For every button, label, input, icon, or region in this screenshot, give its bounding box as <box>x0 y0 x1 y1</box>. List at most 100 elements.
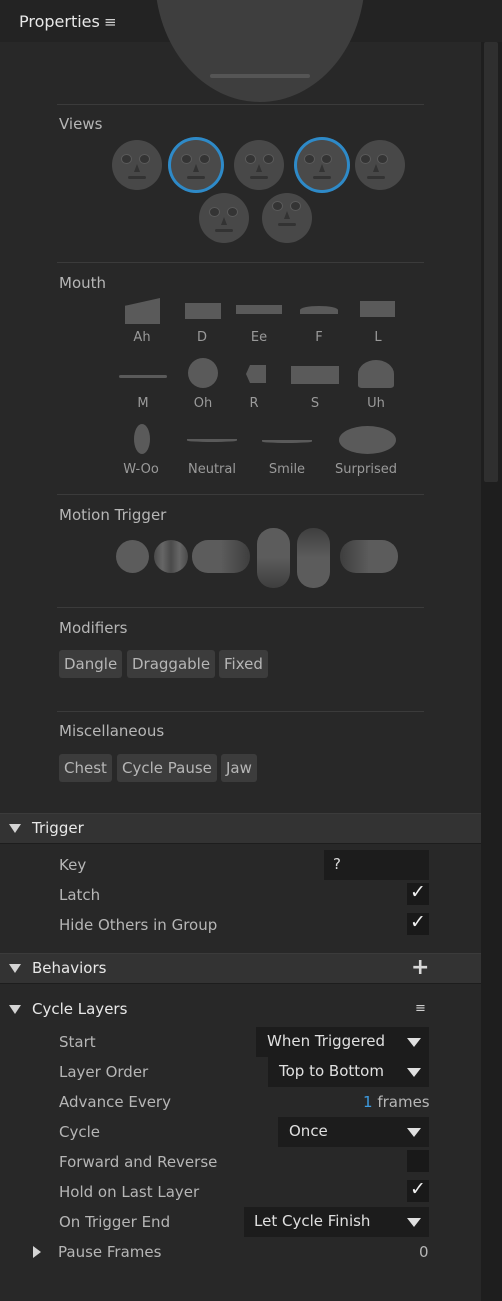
hamburger-icon[interactable]: ≡ <box>415 1001 426 1016</box>
motion-horizontal[interactable] <box>154 540 188 573</box>
hide-others-label: Hide Others in Group <box>59 916 218 934</box>
chevron-down-icon <box>407 1218 421 1227</box>
divider <box>57 262 424 263</box>
scrollbar-thumb[interactable] <box>484 42 498 482</box>
hamburger-icon[interactable]: ≡ <box>104 13 117 31</box>
motion-up[interactable] <box>257 528 290 588</box>
trigger-title: Trigger <box>32 819 84 837</box>
mouth-label: Neutral <box>188 462 236 477</box>
section-motion-trigger: Motion Trigger <box>59 506 167 524</box>
mouth-shape[interactable] <box>187 439 237 442</box>
check-icon: ✓ <box>410 1178 426 1200</box>
hide-others-checkbox[interactable]: ✓ <box>407 911 429 935</box>
cycle-layers-title: Cycle Layers <box>32 1000 128 1018</box>
collapse-triangle-icon[interactable] <box>9 964 21 973</box>
mouth-shape[interactable] <box>339 426 396 454</box>
check-icon: ✓ <box>410 881 426 903</box>
advance-every-label: Advance Every <box>59 1093 171 1111</box>
plus-icon[interactable]: + <box>411 955 429 980</box>
on-trigger-end-label: On Trigger End <box>59 1213 171 1231</box>
mouth-label: W-Oo <box>123 462 159 477</box>
panel-title: Properties <box>19 12 100 31</box>
motion-down[interactable] <box>297 528 330 588</box>
view-face[interactable] <box>234 140 284 190</box>
mouth-label: Smile <box>268 462 306 477</box>
face-preview <box>155 0 365 102</box>
collapse-triangle-icon[interactable] <box>9 824 21 833</box>
chevron-down-icon <box>407 1038 421 1047</box>
view-face-selected[interactable] <box>297 140 347 190</box>
mouth-shape[interactable] <box>185 303 221 319</box>
forward-reverse-checkbox[interactable] <box>407 1150 429 1172</box>
mouth-shape[interactable] <box>291 366 339 384</box>
section-mouth: Mouth <box>59 274 107 292</box>
advance-every-field[interactable]: 1 frames <box>363 1093 430 1111</box>
mouth-shape[interactable] <box>358 360 394 388</box>
view-face[interactable] <box>355 140 405 190</box>
view-face[interactable] <box>112 140 162 190</box>
layer-order-label: Layer Order <box>59 1063 149 1081</box>
key-label: Key <box>59 856 87 874</box>
view-face-selected[interactable] <box>171 140 221 190</box>
tag-fixed[interactable]: Fixed <box>219 650 268 678</box>
pause-frames-label: Pause Frames <box>58 1243 162 1261</box>
start-label: Start <box>59 1033 96 1051</box>
motion-right[interactable] <box>192 540 250 573</box>
mouth-label: L <box>374 330 382 345</box>
mouth-shape[interactable] <box>246 365 266 383</box>
divider <box>57 711 424 712</box>
mouth-shape[interactable] <box>262 440 312 443</box>
mouth-shape[interactable] <box>119 375 167 378</box>
on-trigger-end-value: Let Cycle Finish <box>254 1212 371 1230</box>
start-value: When Triggered <box>267 1032 385 1050</box>
divider <box>57 494 424 495</box>
layer-order-value: Top to Bottom <box>279 1062 384 1080</box>
forward-reverse-label: Forward and Reverse <box>59 1153 218 1171</box>
hold-last-label: Hold on Last Layer <box>59 1183 200 1201</box>
mouth-shape[interactable] <box>300 306 338 314</box>
section-miscellaneous: Miscellaneous <box>59 722 165 740</box>
key-field[interactable]: ? <box>324 850 429 880</box>
view-face[interactable] <box>199 193 249 243</box>
behaviors-header[interactable]: Behaviors + <box>0 953 481 984</box>
layer-order-dropdown[interactable]: Top to Bottom <box>268 1057 429 1087</box>
chevron-down-icon <box>407 1128 421 1137</box>
motion-still[interactable] <box>116 540 149 573</box>
tag-chest[interactable]: Chest <box>59 754 112 782</box>
check-icon: ✓ <box>410 911 426 933</box>
mouth-shape[interactable] <box>134 424 150 454</box>
section-modifiers: Modifiers <box>59 619 128 637</box>
cycle-label: Cycle <box>59 1123 100 1141</box>
section-views: Views <box>59 115 103 133</box>
pause-frames-value[interactable]: 0 <box>419 1243 429 1261</box>
on-trigger-end-dropdown[interactable]: Let Cycle Finish <box>244 1207 429 1237</box>
mouth-shape[interactable] <box>360 301 395 317</box>
mouth-label: Uh <box>367 396 385 411</box>
behaviors-title: Behaviors <box>32 959 107 977</box>
cycle-dropdown[interactable]: Once <box>278 1117 429 1147</box>
mouth-shape[interactable] <box>125 298 160 324</box>
advance-every-unit: frames <box>377 1093 430 1111</box>
cycle-value: Once <box>289 1122 328 1140</box>
chevron-down-icon <box>407 1068 421 1077</box>
properties-content: Views Mouth Ah D Ee F L M Oh R S Uh W-Oo… <box>0 0 481 1301</box>
latch-checkbox[interactable]: ✓ <box>407 881 429 905</box>
motion-left[interactable] <box>340 540 398 573</box>
tag-dangle[interactable]: Dangle <box>59 650 123 678</box>
advance-every-value[interactable]: 1 <box>363 1093 373 1111</box>
tag-cycle-pause[interactable]: Cycle Pause <box>117 754 217 782</box>
divider <box>57 607 424 608</box>
expand-triangle-icon[interactable] <box>33 1246 41 1258</box>
mouth-shape[interactable] <box>188 358 218 388</box>
divider <box>57 104 424 105</box>
tag-draggable[interactable]: Draggable <box>127 650 216 678</box>
start-dropdown[interactable]: When Triggered <box>256 1027 429 1057</box>
hold-last-checkbox[interactable]: ✓ <box>407 1178 429 1202</box>
view-face[interactable] <box>262 193 312 243</box>
mouth-shape[interactable] <box>236 305 282 314</box>
trigger-header[interactable]: Trigger <box>0 813 481 844</box>
mouth-label: Surprised <box>334 462 398 477</box>
tag-jaw[interactable]: Jaw <box>221 754 257 782</box>
latch-label: Latch <box>59 886 101 904</box>
collapse-triangle-icon[interactable] <box>9 1005 21 1014</box>
